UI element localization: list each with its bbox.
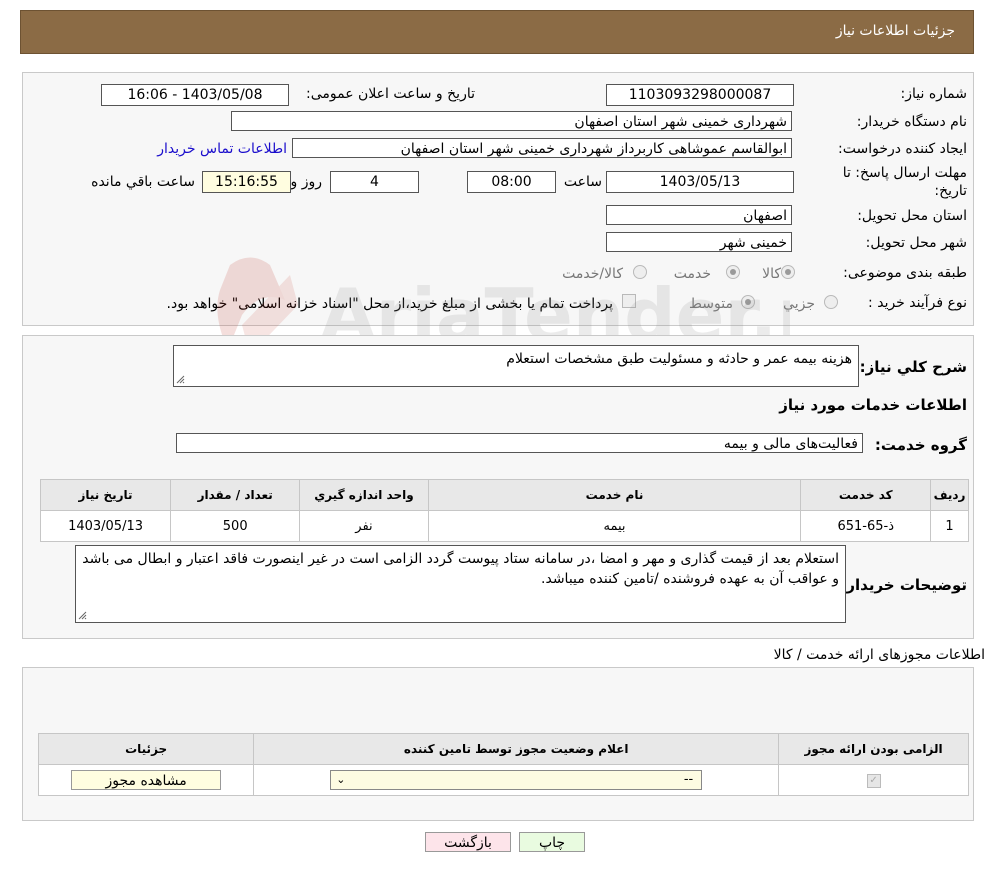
services-title: اطلاعات خدمات مورد نياز — [779, 396, 967, 414]
col-code: کد خدمت — [800, 479, 932, 511]
deadline-date-field: 1403/05/13 — [606, 171, 794, 193]
page-header: جزئیات اطلاعات نیاز — [20, 10, 974, 54]
category-option-goods: کالا — [762, 266, 781, 282]
cell-status: -- ⌄ — [253, 764, 780, 796]
notes-text: استعلام بعد از قیمت گذاری و مهر و امضا ،… — [82, 551, 839, 587]
permits-col-status: اعلام وضعیت مجوز توسط تامین کننده — [253, 733, 780, 765]
category-radio-service[interactable] — [726, 265, 740, 279]
deadline-label-2: تاریخ: — [934, 183, 967, 199]
announce-label: تاریخ و ساعت اعلان عمومی: — [306, 86, 475, 102]
permit-status-select[interactable]: -- ⌄ — [330, 770, 703, 790]
creator-label: ایجاد کننده درخواست: — [838, 141, 967, 157]
process-option-small: جزيي — [783, 296, 815, 312]
col-qty: تعداد / مقدار — [170, 479, 301, 511]
permits-col-details: جزئیات — [37, 733, 255, 765]
announce-date-field: 1403/05/08 - 16:06 — [101, 84, 289, 106]
view-permit-button[interactable]: مشاهده مجوز — [71, 770, 222, 790]
summary-text: هزینه بیمه عمر و حادثه و مسئولیت طبق مشخ… — [506, 351, 852, 367]
back-button[interactable]: بازگشت — [425, 832, 511, 852]
permit-status-value: -- — [683, 772, 694, 787]
deadline-time-field: 08:00 — [467, 171, 556, 193]
category-option-service: خدمت — [673, 266, 711, 282]
buyer-label: نام دستگاه خریدار: — [856, 114, 967, 130]
table-row: 1 ذ-65-651 بیمه نفر 500 1403/05/13 — [39, 510, 969, 542]
province-field: اصفهان — [606, 205, 792, 225]
cell-unit: نفر — [299, 510, 429, 542]
category-radio-goods[interactable] — [781, 265, 795, 279]
buyer-field: شهرداری خمینی شهر استان اصفهان — [231, 111, 792, 131]
cell-qty: 500 — [170, 510, 301, 542]
process-label: نوع فرآیند خرید : — [868, 295, 967, 311]
category-radio-both[interactable] — [633, 265, 647, 279]
need-number-field: 1103093298000087 — [606, 84, 794, 106]
process-radio-medium[interactable] — [741, 295, 755, 309]
summary-label: شرح کلي نياز: — [859, 358, 967, 376]
services-table: رديف کد خدمت نام خدمت واحد اندازه گيري ت… — [39, 479, 969, 542]
process-option-medium: متوسط — [689, 296, 733, 312]
city-field: خمینی شهر — [606, 232, 792, 252]
service-group-field: فعالیت‌های مالی و بیمه — [176, 433, 863, 453]
permits-table-header: الزامی بودن ارائه مجوز اعلام وضعیت مجوز … — [37, 733, 969, 765]
notes-textarea[interactable]: استعلام بعد از قیمت گذاری و مهر و امضا ،… — [75, 545, 846, 623]
page-title: جزئیات اطلاعات نیاز — [835, 23, 955, 39]
permits-table: الزامی بودن ارائه مجوز اعلام وضعیت مجوز … — [37, 733, 969, 796]
notes-label: توضيحات خريدار: — [840, 576, 967, 594]
province-label: استان محل تحویل: — [857, 208, 967, 224]
services-table-header: رديف کد خدمت نام خدمت واحد اندازه گيري ت… — [39, 479, 969, 511]
remaining-time-field: 15:16:55 — [202, 171, 291, 193]
cell-code: ذ-65-651 — [800, 510, 932, 542]
remaining-label: ساعت باقي مانده — [91, 174, 195, 190]
city-label: شهر محل تحویل: — [865, 235, 967, 251]
col-unit: واحد اندازه گيري — [299, 479, 429, 511]
category-label: طبقه بندی موضوعی: — [843, 265, 967, 281]
buyer-contact-link[interactable]: اطلاعات تماس خریدار — [157, 141, 287, 157]
time-label: ساعت — [563, 174, 602, 190]
cell-name: بیمه — [427, 510, 802, 542]
col-row: رديف — [930, 479, 969, 511]
resize-grip-icon[interactable] — [176, 375, 185, 384]
process-radio-small[interactable] — [824, 295, 838, 309]
required-checkbox[interactable]: ✓ — [866, 774, 881, 788]
days-field: 4 — [330, 171, 419, 193]
col-name: نام خدمت — [427, 479, 802, 511]
print-button[interactable]: چاپ — [519, 832, 585, 852]
table-row: ✓ -- ⌄ مشاهده مجوز — [37, 764, 969, 796]
permits-col-required: الزامی بودن ارائه مجوز — [778, 733, 969, 765]
cell-row: 1 — [930, 510, 969, 542]
permits-title: اطلاعات مجوزهای ارائه خدمت / کالا — [773, 647, 985, 663]
cell-required: ✓ — [778, 764, 969, 796]
days-label: روز و — [290, 174, 323, 190]
deadline-label: مهلت ارسال پاسخ: تا — [842, 165, 967, 181]
service-group-label: گروه خدمت: — [874, 436, 967, 454]
cell-date: 1403/05/13 — [39, 510, 172, 542]
treasury-checkbox[interactable] — [622, 294, 636, 308]
need-number-label: شماره نیاز: — [900, 86, 968, 102]
summary-textarea[interactable]: هزینه بیمه عمر و حادثه و مسئولیت طبق مشخ… — [173, 345, 859, 387]
chevron-down-icon: ⌄ — [336, 773, 346, 786]
cell-details: مشاهده مجوز — [37, 764, 255, 796]
creator-field: ابوالقاسم عموشاهی کاربرداز شهرداری خمینی… — [292, 138, 792, 158]
category-option-both: کالا/خدمت — [562, 266, 623, 282]
process-note: پرداخت تمام یا بخشی از مبلغ خرید،از محل … — [166, 296, 613, 312]
col-date: تاريخ نياز — [39, 479, 172, 511]
resize-grip-icon[interactable] — [78, 611, 87, 620]
